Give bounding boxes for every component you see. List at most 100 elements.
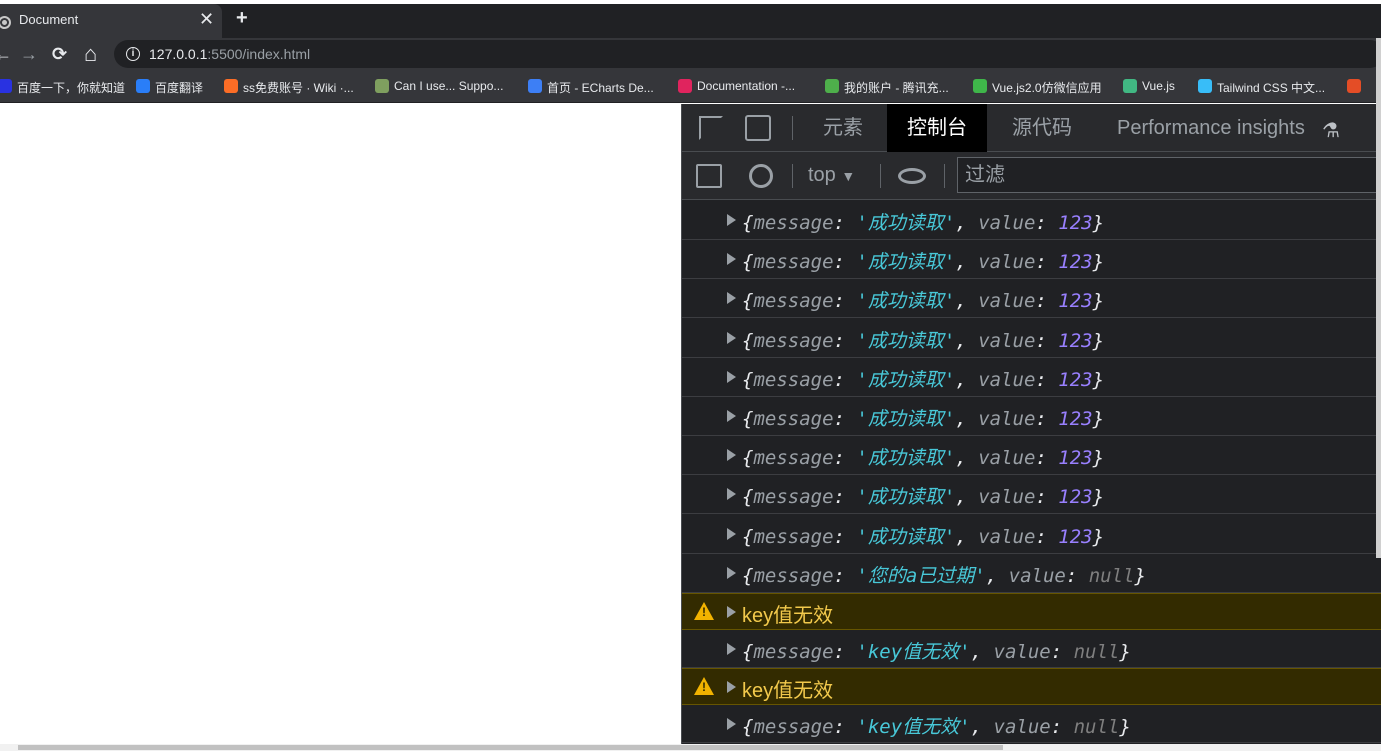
bookmark-label: 百度一下，你就知道	[17, 81, 126, 95]
filter-placeholder: 过滤	[965, 164, 1005, 186]
console-log-row[interactable]: {message: '成功读取', value: 123}	[682, 279, 1381, 319]
console-log-row[interactable]: {message: '成功读取', value: 123}	[682, 201, 1381, 240]
punctuation: :	[833, 641, 857, 663]
expand-triangle-icon[interactable]	[727, 253, 736, 266]
punctuation: :	[833, 408, 857, 430]
expand-triangle-icon[interactable]	[727, 643, 736, 655]
value-literal: 123	[1058, 447, 1093, 470]
punctuation: :	[833, 716, 857, 738]
console-log-row[interactable]: {message: '您的a已过期', value: null}	[682, 554, 1381, 593]
bookmark-label: 首页 - ECharts De...	[547, 81, 654, 95]
key-value: value	[993, 641, 1051, 663]
key-message: message	[753, 716, 834, 738]
console-log-row[interactable]: {message: '成功读取', value: 123}	[682, 319, 1381, 358]
vertical-scrollbar[interactable]	[1376, 38, 1381, 558]
browser-window: Document ✕ + ← → ⟳ ⌂ i 127.0.0.1:5500/in…	[0, 0, 1381, 751]
punctuation: ,	[970, 716, 994, 738]
horizontal-scrollbar[interactable]	[0, 744, 1381, 751]
c-icon	[1347, 79, 1361, 93]
message-string: '成功读取'	[856, 368, 956, 391]
home-icon[interactable]: ⌂	[84, 41, 97, 67]
new-tab-button[interactable]: +	[236, 7, 248, 29]
console-log-row[interactable]: {message: 'key值无效', value: null}	[682, 631, 1381, 668]
punctuation: ,	[955, 447, 979, 470]
flask-icon: ⚗	[1322, 120, 1340, 142]
console-log-row[interactable]: {message: '成功读取', value: 123}	[682, 358, 1381, 397]
console-log-row[interactable]: {message: '成功读取', value: 123}	[682, 515, 1381, 554]
bookmark-label: 百度翻译	[155, 81, 204, 95]
punctuation: }	[1119, 641, 1131, 663]
punctuation: }	[1119, 716, 1131, 738]
gitlab-icon	[224, 79, 238, 93]
punctuation: {	[742, 564, 754, 587]
console-object-preview: {message: '成功读取', value: 123}	[742, 286, 1104, 313]
expand-triangle-icon[interactable]	[727, 331, 736, 344]
punctuation: {	[742, 447, 754, 470]
tab-sources[interactable]: 源代码	[1012, 104, 1072, 152]
punctuation: :	[833, 564, 857, 587]
tab-console[interactable]: 控制台	[887, 104, 987, 152]
expand-triangle-icon[interactable]	[727, 488, 736, 501]
console-log-row[interactable]: {message: '成功读取', value: 123}	[682, 397, 1381, 436]
bookmark-label: Can I use... Suppo...	[394, 79, 504, 93]
address-bar[interactable]: i 127.0.0.1:5500/index.html	[114, 40, 1381, 68]
tab-elements[interactable]: 元素	[823, 104, 863, 152]
punctuation: :	[833, 368, 857, 391]
bookmarks-bar: 百度一下，你就知道 百度翻译 ss免费账号 · Wiki ·... Can I use…	[0, 70, 1381, 103]
echarts-icon	[528, 79, 542, 93]
key-message: message	[753, 290, 834, 313]
site-info-icon[interactable]: i	[126, 47, 140, 61]
message-string: '您的a已过期'	[856, 564, 986, 587]
console-warning-row[interactable]: key值无效	[682, 593, 1381, 630]
value-literal: null	[1088, 564, 1135, 587]
browser-toolbar: ← → ⟳ ⌂ i 127.0.0.1:5500/index.html	[0, 38, 1381, 70]
punctuation: {	[742, 641, 754, 663]
warning-icon	[694, 602, 714, 620]
eye-icon[interactable]	[898, 168, 926, 184]
key-value: value	[978, 408, 1036, 430]
page-content	[0, 104, 681, 751]
console-warning-row[interactable]: key值无效	[682, 668, 1381, 705]
globe-icon	[0, 16, 11, 29]
forward-icon[interactable]: →	[20, 41, 38, 67]
browser-tab[interactable]: Document ✕	[0, 4, 222, 38]
console-log-row[interactable]: {message: '成功读取', value: 123}	[682, 475, 1381, 515]
tab-performance-insights[interactable]: Performance insights	[1117, 104, 1305, 152]
filter-input[interactable]: 过滤	[957, 157, 1381, 193]
punctuation: }	[1092, 408, 1105, 430]
scrollbar-thumb[interactable]	[18, 745, 1003, 750]
expand-triangle-icon[interactable]	[727, 370, 736, 383]
context-selector[interactable]: top ▼	[808, 162, 855, 189]
expand-triangle-icon[interactable]	[727, 449, 736, 462]
expand-triangle-icon[interactable]	[727, 566, 736, 579]
inspect-element-icon[interactable]	[699, 116, 723, 140]
console-log-row[interactable]: {message: '成功读取', value: 123}	[682, 436, 1381, 476]
key-message: message	[753, 641, 834, 663]
expand-triangle-icon[interactable]	[727, 718, 736, 730]
console-log-row[interactable]: {message: 'key值无效', value: null}	[682, 706, 1381, 743]
expand-triangle-icon[interactable]	[727, 681, 736, 693]
reload-icon[interactable]: ⟳	[52, 41, 67, 67]
back-icon[interactable]: ←	[0, 41, 12, 67]
bookmark-label: ss免费账号 · Wiki ·...	[243, 81, 354, 95]
console-log-row[interactable]: {message: '成功读取', value: 123}	[682, 240, 1381, 280]
expand-triangle-icon[interactable]	[727, 606, 736, 618]
key-value: value	[978, 251, 1036, 274]
expand-triangle-icon[interactable]	[727, 527, 736, 540]
devtools-panel: 元素 控制台 源代码 Performance insights ⚗ top ▼ …	[681, 104, 1381, 751]
close-tab-icon[interactable]: ✕	[199, 8, 214, 30]
key-value: value	[978, 329, 1036, 352]
punctuation: :	[833, 525, 857, 548]
expand-triangle-icon[interactable]	[727, 410, 736, 422]
punctuation: :	[1065, 564, 1089, 587]
punctuation: :	[1035, 368, 1059, 391]
sidebar-toggle-icon[interactable]	[696, 164, 722, 188]
value-literal: 123	[1058, 290, 1093, 313]
punctuation: :	[1035, 290, 1059, 313]
device-toolbar-icon[interactable]	[745, 115, 771, 141]
punctuation: :	[1035, 447, 1059, 470]
expand-triangle-icon[interactable]	[727, 292, 736, 305]
punctuation: {	[742, 368, 754, 391]
clear-console-icon[interactable]	[749, 164, 773, 188]
expand-triangle-icon[interactable]	[727, 214, 736, 226]
